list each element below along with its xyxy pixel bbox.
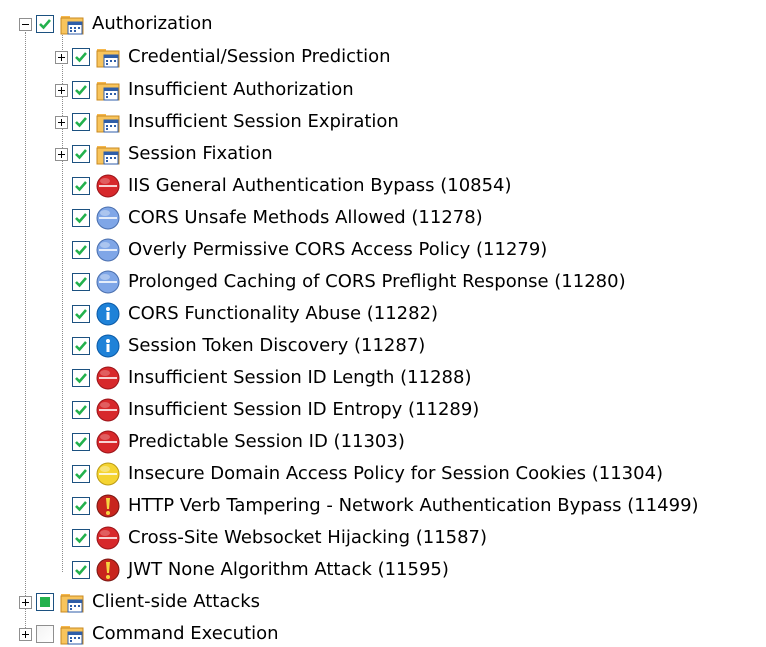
tree-node-label: Insufficient Authorization [128,79,354,100]
tree-node-check[interactable]: Insufficient Session ID Entropy (11289) [72,397,479,423]
tree-node-check[interactable]: HTTP Verb Tampering - Network Authentica… [72,493,699,519]
calendar-folder-icon [96,114,120,133]
checkbox-check[interactable] [72,241,90,259]
checkbox-authorization[interactable] [36,15,54,33]
blue-severity-icon [96,206,120,230]
calendar-folder-icon [96,49,120,68]
tree-node-label: Authorization [92,13,213,34]
calendar-folder-icon [60,594,84,613]
expand-toggle[interactable] [19,595,32,609]
checkbox-group[interactable] [72,81,90,99]
calendar-folder-icon [96,146,120,165]
red-severity-icon [96,398,120,422]
expand-toggle[interactable] [55,83,68,97]
tree-node-client-side-attacks[interactable]: Client-side Attacks [19,589,260,615]
check-label: Prolonged Caching of CORS Preflight Resp… [128,271,626,292]
info-icon [96,302,120,326]
tree-node-check[interactable]: Prolonged Caching of CORS Preflight Resp… [72,269,626,295]
tree-node-check[interactable]: Predictable Session ID (11303) [72,429,405,455]
red-severity-icon [96,526,120,550]
tree-node-group[interactable]: Session Fixation [55,141,273,167]
tree-node-check[interactable]: Session Token Discovery (11287) [72,333,425,359]
tree-node-check[interactable]: CORS Functionality Abuse (11282) [72,301,438,327]
tree-node-command-execution[interactable]: Command Execution [19,621,279,647]
tree-node-authorization[interactable]: Authorization [19,11,213,37]
red-severity-icon [96,430,120,454]
info-icon [96,334,120,358]
tree-node-check[interactable]: Insecure Domain Access Policy for Sessio… [72,461,663,487]
blue-severity-icon [96,238,120,262]
checkbox-check[interactable] [72,177,90,195]
checkbox-check[interactable] [72,337,90,355]
check-label: Insufficient Session ID Length (11288) [128,367,472,388]
yellow-severity-icon [96,462,120,486]
checkbox-group[interactable] [72,113,90,131]
tree-node-check[interactable]: IIS General Authentication Bypass (10854… [72,173,512,199]
check-label: CORS Functionality Abuse (11282) [128,303,439,324]
checkbox-check[interactable] [72,433,90,451]
calendar-folder-icon [96,82,120,101]
expand-toggle[interactable] [55,147,68,161]
tree-connector-root [25,32,26,634]
tree-node-group[interactable]: Insufficient Session Expiration [55,109,399,135]
blue-severity-icon [96,270,120,294]
tree-node-label: Client-side Attacks [92,591,261,612]
tree-node-group[interactable]: Credential/Session Prediction [55,44,391,70]
critical-warning-icon [96,558,120,582]
check-label: HTTP Verb Tampering - Network Authentica… [128,495,699,516]
expand-toggle[interactable] [19,627,32,641]
checkbox-check[interactable] [72,369,90,387]
tree-node-check[interactable]: Cross-Site Websocket Hijacking (11587) [72,525,487,551]
checkbox-check[interactable] [72,529,90,547]
tree-node-label: Session Fixation [128,143,273,164]
check-label: Session Token Discovery (11287) [128,335,426,356]
critical-warning-icon [96,494,120,518]
check-label: JWT None Algorithm Attack (11595) [128,559,449,580]
checkbox-check[interactable] [72,561,90,579]
check-label: Insufficient Session ID Entropy (11289) [128,399,480,420]
checkbox-check[interactable] [72,465,90,483]
calendar-folder-icon [60,626,84,645]
tree-node-label: Credential/Session Prediction [128,46,391,67]
collapse-toggle[interactable] [19,17,32,31]
tree-node-check[interactable]: Overly Permissive CORS Access Policy (11… [72,237,547,263]
check-label: IIS General Authentication Bypass (10854… [128,175,512,196]
policy-tree: Authorization Credential/Session Predict… [0,0,766,646]
checkbox-check[interactable] [72,209,90,227]
tree-node-label: Insufficient Session Expiration [128,111,399,132]
checkbox-check[interactable] [72,305,90,323]
calendar-folder-icon [60,16,84,35]
tree-node-check[interactable]: CORS Unsafe Methods Allowed (11278) [72,205,483,231]
check-label: Predictable Session ID (11303) [128,431,405,452]
checkbox-unchecked[interactable] [36,625,54,643]
checkbox-check[interactable] [72,497,90,515]
checkbox-partial[interactable] [36,593,54,611]
tree-node-check[interactable]: JWT None Algorithm Attack (11595) [72,557,449,583]
checkbox-group[interactable] [72,145,90,163]
tree-node-label: Command Execution [92,623,279,644]
expand-toggle[interactable] [55,115,68,129]
checkbox-group[interactable] [72,48,90,66]
checkbox-check[interactable] [72,273,90,291]
checkbox-check[interactable] [72,401,90,419]
check-label: Overly Permissive CORS Access Policy (11… [128,239,548,260]
red-severity-icon [96,174,120,198]
check-label: Cross-Site Websocket Hijacking (11587) [128,527,488,548]
expand-toggle[interactable] [55,50,68,64]
tree-node-group[interactable]: Insufficient Authorization [55,77,354,103]
check-label: CORS Unsafe Methods Allowed (11278) [128,207,483,228]
tree-node-check[interactable]: Insufficient Session ID Length (11288) [72,365,471,391]
check-label: Insecure Domain Access Policy for Sessio… [128,463,664,484]
red-severity-icon [96,366,120,390]
